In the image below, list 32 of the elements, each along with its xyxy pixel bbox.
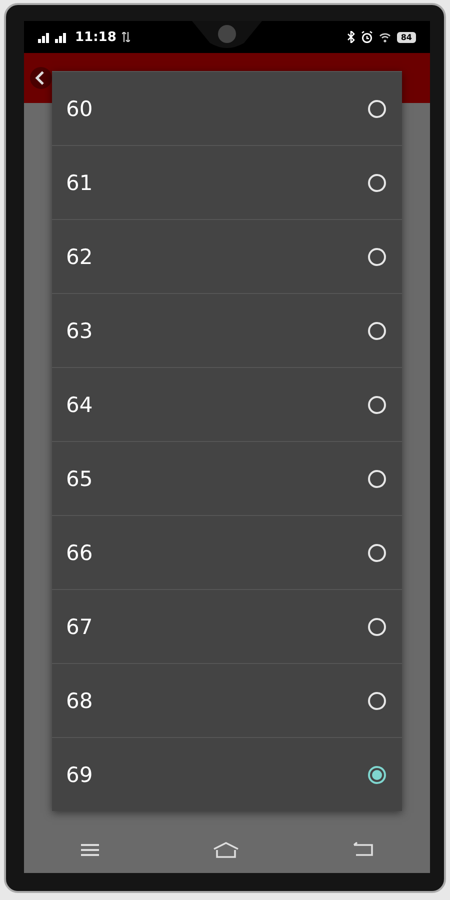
option-item[interactable]: 63 bbox=[52, 293, 402, 367]
option-item[interactable]: 61 bbox=[52, 145, 402, 219]
radio-button[interactable] bbox=[368, 322, 386, 340]
battery-indicator: 84 bbox=[396, 32, 416, 42]
radio-button[interactable] bbox=[368, 248, 386, 266]
data-arrows-icon bbox=[122, 32, 130, 42]
option-item[interactable]: 67 bbox=[52, 589, 402, 663]
radio-button[interactable] bbox=[368, 618, 386, 636]
bluetooth-icon bbox=[346, 31, 355, 43]
menu-icon[interactable] bbox=[80, 842, 100, 858]
radio-button[interactable] bbox=[368, 100, 386, 118]
status-time: 11:18 bbox=[75, 30, 116, 44]
option-item[interactable]: 60 bbox=[52, 71, 402, 145]
option-item[interactable]: 64 bbox=[52, 367, 402, 441]
radio-button[interactable] bbox=[368, 470, 386, 488]
option-item[interactable]: 66 bbox=[52, 515, 402, 589]
back-icon[interactable] bbox=[30, 67, 52, 89]
signal-icon bbox=[38, 31, 52, 43]
radio-button[interactable] bbox=[368, 544, 386, 562]
option-item[interactable]: 68 bbox=[52, 663, 402, 737]
option-item[interactable]: 65 bbox=[52, 441, 402, 515]
camera-notch-icon bbox=[192, 21, 262, 51]
option-item[interactable]: 62 bbox=[52, 219, 402, 293]
radio-button[interactable] bbox=[368, 396, 386, 414]
wifi-icon bbox=[378, 31, 391, 43]
radio-button[interactable] bbox=[368, 174, 386, 192]
option-item[interactable]: 69 bbox=[52, 737, 402, 811]
radio-button[interactable] bbox=[368, 766, 386, 784]
alarm-icon bbox=[360, 31, 373, 43]
radio-button[interactable] bbox=[368, 692, 386, 710]
home-icon[interactable] bbox=[212, 841, 240, 859]
signal-icon bbox=[55, 31, 69, 43]
